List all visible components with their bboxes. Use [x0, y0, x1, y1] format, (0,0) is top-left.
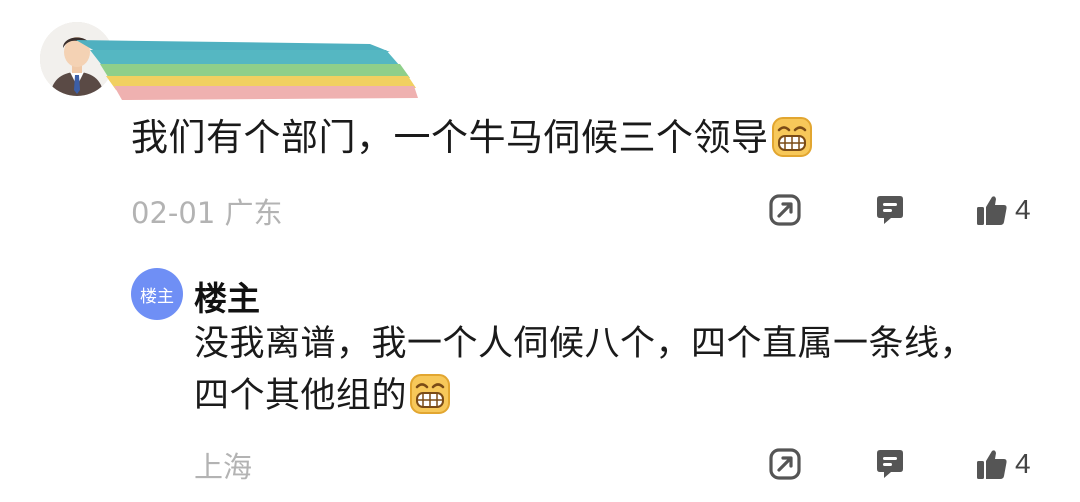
thumbs-up-icon: [977, 196, 1007, 225]
grin-emoji: [409, 373, 451, 415]
reply-author-name[interactable]: 楼主: [194, 272, 260, 320]
reply-text-line-1: 没我离谱，我一个人伺候八个，四个直属一条线，: [194, 324, 976, 364]
comment-body: 我们有个部门，一个牛马伺候三个领导: [131, 112, 813, 164]
like-button[interactable]: 4: [975, 444, 1031, 484]
reply-location: 上海: [194, 450, 253, 484]
share-button[interactable]: [768, 444, 802, 484]
reply-button[interactable]: [873, 190, 907, 230]
comment-text: 我们有个部门，一个牛马伺候三个领导: [131, 116, 769, 159]
comment-icon: [877, 450, 903, 478]
comment-meta: 02-01 广东: [131, 190, 283, 232]
share-icon: [769, 448, 801, 480]
share-button[interactable]: [768, 190, 802, 230]
username-censor-overlay: [70, 30, 430, 102]
reply-text-line-2-wrap: 四个其他组的: [194, 370, 1014, 422]
reply-meta: 上海: [194, 444, 252, 486]
reply-body: 没我离谱，我一个人伺候八个，四个直属一条线， 四个其他组的: [194, 318, 1014, 422]
op-badge-avatar[interactable]: 楼主: [131, 268, 183, 320]
like-count: 4: [1015, 194, 1031, 225]
comment-location: 广东: [224, 196, 283, 230]
like-count: 4: [1015, 448, 1031, 479]
grin-emoji: [771, 116, 813, 158]
reply-button[interactable]: [873, 444, 907, 484]
reply-text-line-2: 四个其他组的: [194, 376, 408, 416]
comment-icon: [877, 196, 903, 224]
thumbs-up-icon: [977, 450, 1007, 479]
like-button[interactable]: 4: [975, 190, 1031, 230]
share-icon: [769, 194, 801, 226]
comment-date: 02-01: [131, 196, 216, 230]
